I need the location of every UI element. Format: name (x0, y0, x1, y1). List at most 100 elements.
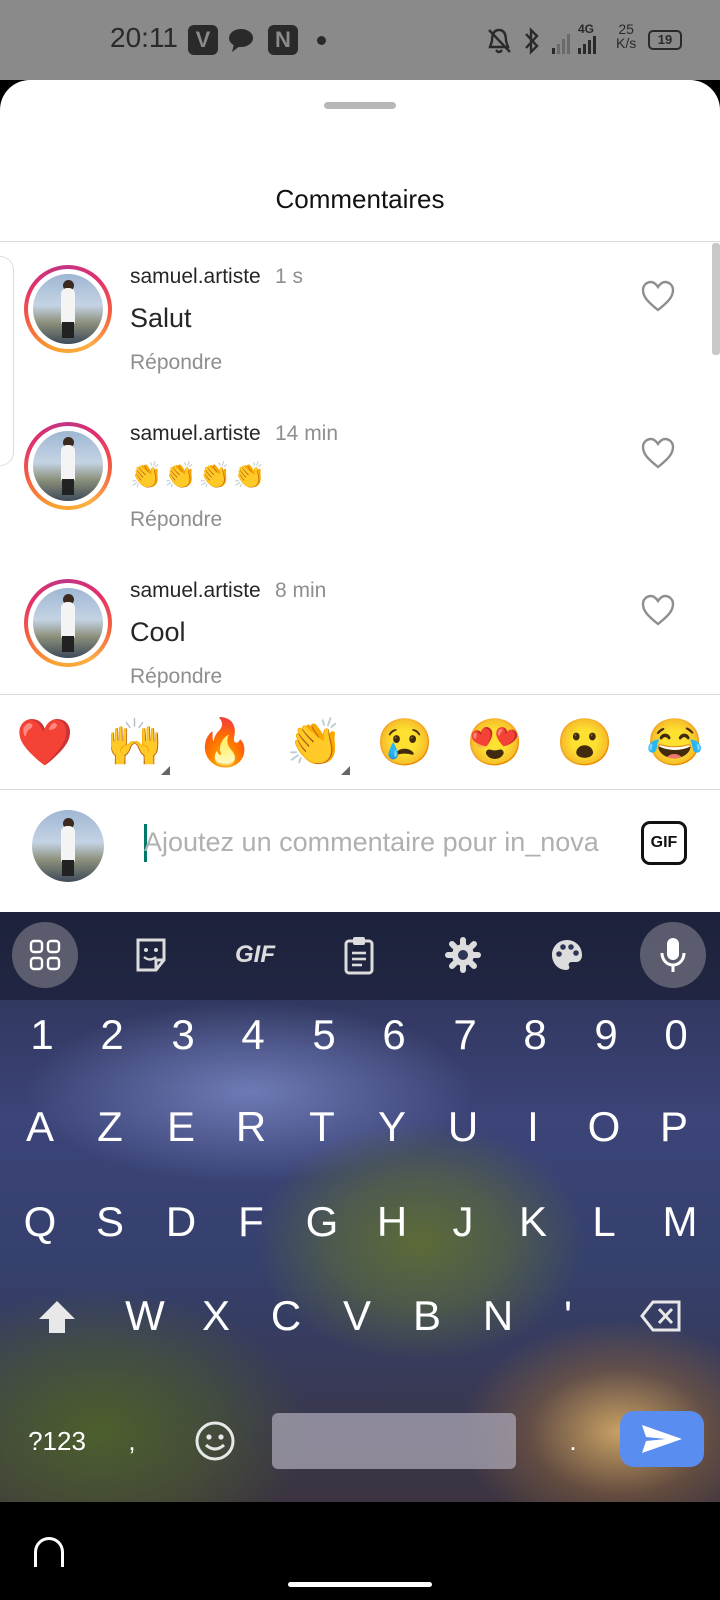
key-k[interactable]: K (498, 1179, 568, 1265)
key-m[interactable]: M (645, 1179, 715, 1265)
comment-time: 14 min (275, 422, 339, 445)
key-t[interactable]: T (287, 1084, 357, 1170)
key-3[interactable]: 3 (148, 992, 218, 1078)
key-l[interactable]: L (569, 1179, 639, 1265)
emoji-key[interactable] (180, 1398, 250, 1484)
avatar[interactable] (24, 422, 112, 510)
reaction-crying-button[interactable]: 😢 (360, 695, 450, 789)
key-i[interactable]: I (498, 1084, 568, 1170)
sticker-button[interactable] (118, 922, 184, 988)
reaction-heart-eyes-button[interactable]: 😍 (450, 695, 540, 789)
home-gesture-pill[interactable] (288, 1582, 432, 1587)
key-q[interactable]: Q (5, 1179, 75, 1265)
key-j[interactable]: J (428, 1179, 498, 1265)
backspace-key[interactable] (626, 1273, 696, 1359)
battery-icon: 19 (648, 30, 682, 50)
drag-handle[interactable] (324, 102, 396, 109)
key-w[interactable]: W (110, 1273, 180, 1359)
key-s[interactable]: S (75, 1179, 145, 1265)
key-0[interactable]: 0 (641, 992, 711, 1078)
key-x[interactable]: X (181, 1273, 251, 1359)
key-d[interactable]: D (146, 1179, 216, 1265)
backspace-icon (640, 1300, 681, 1332)
avatar-photo (33, 588, 103, 658)
grid-icon (29, 939, 61, 971)
keyboard-toolbar: GIF (0, 912, 720, 1000)
like-heart-icon[interactable] (640, 436, 676, 470)
send-button[interactable] (620, 1411, 704, 1467)
reply-button[interactable]: Répondre (130, 508, 222, 532)
key-b[interactable]: B (392, 1273, 462, 1359)
reply-button[interactable]: Répondre (130, 351, 222, 375)
settings-button[interactable] (430, 922, 496, 988)
key-y[interactable]: Y (357, 1084, 427, 1170)
chat-bubble-icon (229, 29, 253, 52)
reaction-laughing-button[interactable]: 😂 (630, 695, 720, 789)
key-g[interactable]: G (287, 1179, 357, 1265)
key-z[interactable]: Z (75, 1084, 145, 1170)
key-u[interactable]: U (428, 1084, 498, 1170)
comment-item: samuel.artiste 8 min Cool Répondre (0, 557, 720, 707)
key-r[interactable]: R (216, 1084, 286, 1170)
comment-text: Salut (130, 303, 192, 333)
key-6[interactable]: 6 (359, 992, 429, 1078)
key-2[interactable]: 2 (77, 992, 147, 1078)
key-f[interactable]: F (216, 1179, 286, 1265)
net-speed: 25 K/s (616, 22, 636, 50)
avatar[interactable] (24, 579, 112, 667)
comment-username[interactable]: samuel.artiste (130, 579, 261, 603)
clipboard-button[interactable] (326, 922, 392, 988)
key-1[interactable]: 1 (7, 992, 77, 1078)
avatar[interactable] (24, 265, 112, 353)
key-a[interactable]: A (5, 1084, 75, 1170)
symbols-key[interactable]: ?123 (18, 1398, 96, 1484)
key-5[interactable]: 5 (289, 992, 359, 1078)
reaction-surprised-button[interactable]: 😮 (540, 695, 630, 789)
comment-username[interactable]: samuel.artiste (130, 422, 261, 446)
comments-sheet: Commentaires samuel.artiste 1 s Salut Ré… (0, 80, 720, 912)
comment-time: 1 s (275, 265, 304, 288)
comment-input[interactable] (144, 820, 610, 864)
divider (0, 241, 720, 242)
theme-button[interactable] (534, 922, 600, 988)
navigation-bar (0, 1502, 720, 1600)
key-4[interactable]: 4 (218, 992, 288, 1078)
apps-grid-button[interactable] (12, 922, 78, 988)
key-p[interactable]: P (639, 1084, 709, 1170)
key-o[interactable]: O (569, 1084, 639, 1170)
period-key[interactable]: . (538, 1398, 608, 1484)
reaction-heart-button[interactable]: ❤️ (0, 695, 90, 789)
key-c[interactable]: C (251, 1273, 321, 1359)
reaction-fire-button[interactable]: 🔥 (180, 695, 270, 789)
reply-button[interactable]: Répondre (130, 665, 222, 689)
notification-dot (317, 36, 326, 45)
shift-key[interactable] (22, 1273, 92, 1359)
voice-input-button[interactable] (640, 922, 706, 988)
like-heart-icon[interactable] (640, 279, 676, 313)
gif-button[interactable]: GIF (641, 821, 687, 865)
gif-keyboard-button[interactable]: GIF (222, 922, 288, 988)
key-9[interactable]: 9 (571, 992, 641, 1078)
key-apostrophe[interactable]: ' (533, 1273, 603, 1359)
avatar-photo (33, 431, 103, 501)
comment-text: 👏👏👏👏 (130, 460, 268, 490)
smiley-icon (195, 1421, 235, 1461)
key-n[interactable]: N (463, 1273, 533, 1359)
reaction-clap-button[interactable]: 👏 (270, 695, 360, 789)
comma-key[interactable]: , (112, 1398, 152, 1484)
comment-username[interactable]: samuel.artiste (130, 265, 261, 289)
key-7[interactable]: 7 (430, 992, 500, 1078)
spacebar[interactable] (272, 1413, 516, 1469)
like-heart-icon[interactable] (640, 593, 676, 627)
skin-tone-indicator (161, 766, 170, 775)
gear-icon (445, 937, 481, 973)
keyboard-hide-icon[interactable] (34, 1537, 64, 1567)
key-v[interactable]: V (322, 1273, 392, 1359)
keyboard: G I F 1 2 3 4 5 6 7 8 9 0 A Z E R T Y U I … (0, 912, 720, 1502)
key-h[interactable]: H (357, 1179, 427, 1265)
key-e[interactable]: E (146, 1084, 216, 1170)
key-8[interactable]: 8 (500, 992, 570, 1078)
skin-tone-indicator (341, 766, 350, 775)
reaction-raised-hands-button[interactable]: 🙌 (90, 695, 180, 789)
sticker-icon (136, 938, 166, 972)
